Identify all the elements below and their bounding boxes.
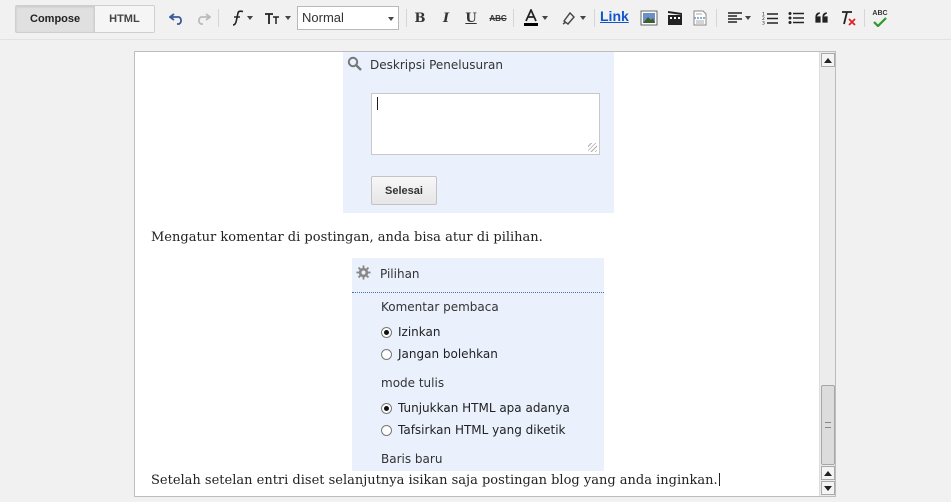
radio-disallow-comments[interactable]: Jangan bolehkan (381, 347, 498, 361)
italic-icon: I (442, 10, 450, 26)
text-cursor (718, 473, 720, 486)
search-description-title: Deskripsi Penelusuran (370, 58, 503, 72)
toolbar-separator (406, 9, 407, 27)
mode-tabs: Compose HTML (15, 5, 155, 33)
radio-button-selected[interactable] (381, 326, 392, 338)
alignment-button[interactable] (724, 8, 754, 28)
text-cursor (377, 97, 378, 110)
search-description-panel: Deskripsi Penelusuran Selesai (343, 52, 614, 213)
font-family-icon (232, 10, 243, 26)
bold-icon: B (414, 10, 426, 26)
film-icon (668, 11, 682, 25)
radio-show-html-literally[interactable]: Tunjukkan HTML apa adanya (381, 401, 570, 415)
scroll-up-button[interactable] (821, 53, 835, 67)
quote-icon (815, 12, 828, 23)
editor-scrollbar[interactable] (819, 52, 835, 496)
radio-label: Jangan bolehkan (398, 347, 498, 361)
toolbar-separator (218, 9, 219, 27)
bulleted-list-button[interactable] (787, 8, 805, 28)
html-tab[interactable]: HTML (95, 6, 154, 32)
radio-button-selected[interactable] (381, 402, 392, 414)
font-size-button[interactable] (262, 8, 292, 28)
editor-toolbar: Compose HTML Normal B I U ABC Link 1 2 3… (0, 0, 951, 40)
paragraph-format-value: Normal (302, 10, 344, 25)
line-breaks-label: Baris baru (381, 452, 443, 466)
bold-button[interactable]: B (412, 8, 428, 28)
insert-link-button[interactable]: Link (600, 8, 629, 24)
quote-button[interactable] (813, 8, 831, 28)
text-color-button[interactable] (520, 8, 550, 28)
search-description-textarea[interactable] (371, 93, 600, 155)
toolbar-separator (594, 9, 595, 27)
radio-label: Tafsirkan HTML yang diketik (398, 423, 566, 437)
italic-button[interactable]: I (438, 8, 454, 28)
reader-comments-label: Komentar pembaca (381, 300, 499, 314)
paragraph-2-text: Setelah setelan entri diset selanjutnya … (151, 473, 718, 488)
radio-allow-comments[interactable]: Izinkan (381, 325, 440, 339)
align-left-icon (727, 12, 742, 23)
options-panel-title: Pilihan (380, 267, 420, 281)
underline-button[interactable]: U (463, 8, 479, 28)
redo-button[interactable] (194, 8, 212, 28)
undo-button[interactable] (168, 8, 186, 28)
insert-image-button[interactable] (639, 8, 659, 28)
font-family-button[interactable] (226, 8, 256, 28)
highlighter-icon (562, 11, 575, 25)
remove-formatting-icon (842, 11, 856, 26)
spell-check-label: ABC (872, 9, 888, 17)
redo-icon (198, 13, 211, 25)
arrow-up-icon (824, 57, 832, 63)
toolbar-separator (716, 9, 717, 27)
jump-break-icon (693, 10, 707, 26)
arrow-up-icon (824, 470, 832, 476)
image-icon (640, 10, 658, 26)
resize-handle[interactable] (588, 143, 597, 152)
radio-button[interactable] (381, 348, 392, 360)
spell-check-button[interactable]: ABC (870, 8, 890, 28)
chevron-down-icon (284, 16, 291, 20)
panel-divider (352, 292, 604, 293)
chevron-down-icon (246, 16, 253, 20)
paragraph-1: Mengatur komentar di postingan, anda bis… (151, 230, 543, 245)
undo-icon (169, 13, 182, 25)
radio-label: Tunjukkan HTML apa adanya (398, 401, 570, 415)
scroll-up-button[interactable] (821, 466, 835, 480)
remove-formatting-button[interactable] (839, 8, 857, 28)
checkmark-icon (873, 16, 887, 27)
font-size-icon (264, 13, 279, 24)
numbered-list-icon: 1 2 3 (762, 12, 778, 26)
toolbar-separator (864, 9, 865, 27)
arrow-down-icon (824, 485, 832, 491)
radio-button[interactable] (381, 424, 392, 436)
chevron-down-icon (541, 16, 548, 20)
editor-content-area[interactable]: Deskripsi Penelusuran Selesai Mengatur k… (134, 51, 836, 497)
toolbar-separator (513, 9, 514, 27)
text-color-icon (523, 9, 538, 26)
done-button[interactable]: Selesai (371, 176, 437, 205)
radio-interpret-html[interactable]: Tafsirkan HTML yang diketik (381, 423, 566, 437)
paragraph-2: Setelah setelan entri diset selanjutnya … (151, 473, 720, 488)
compose-mode-label: mode tulis (381, 376, 445, 390)
post-options-panel: Pilihan Komentar pembaca Izinkan Jangan … (352, 258, 604, 471)
highlight-color-button[interactable] (558, 8, 588, 28)
chevron-down-icon (388, 17, 394, 21)
radio-label: Izinkan (398, 325, 441, 339)
paragraph-format-select[interactable]: Normal (297, 6, 399, 30)
grip-icon (825, 422, 831, 428)
bulleted-list-icon (788, 12, 804, 24)
underline-icon: U (465, 10, 477, 26)
compose-tab[interactable]: Compose (16, 6, 96, 32)
strikethrough-button[interactable]: ABC (487, 8, 509, 28)
numbered-list-button[interactable]: 1 2 3 (761, 8, 779, 28)
svg-text:3: 3 (762, 21, 765, 26)
chevron-down-icon (744, 16, 751, 20)
gear-icon (356, 265, 371, 280)
strikethrough-icon: ABC (489, 13, 507, 23)
search-icon (347, 56, 362, 71)
chevron-down-icon (579, 16, 586, 20)
scroll-down-button[interactable] (821, 481, 835, 495)
insert-video-button[interactable] (665, 8, 685, 28)
scrollbar-thumb[interactable] (821, 385, 835, 465)
insert-jump-break-button[interactable] (690, 8, 710, 28)
